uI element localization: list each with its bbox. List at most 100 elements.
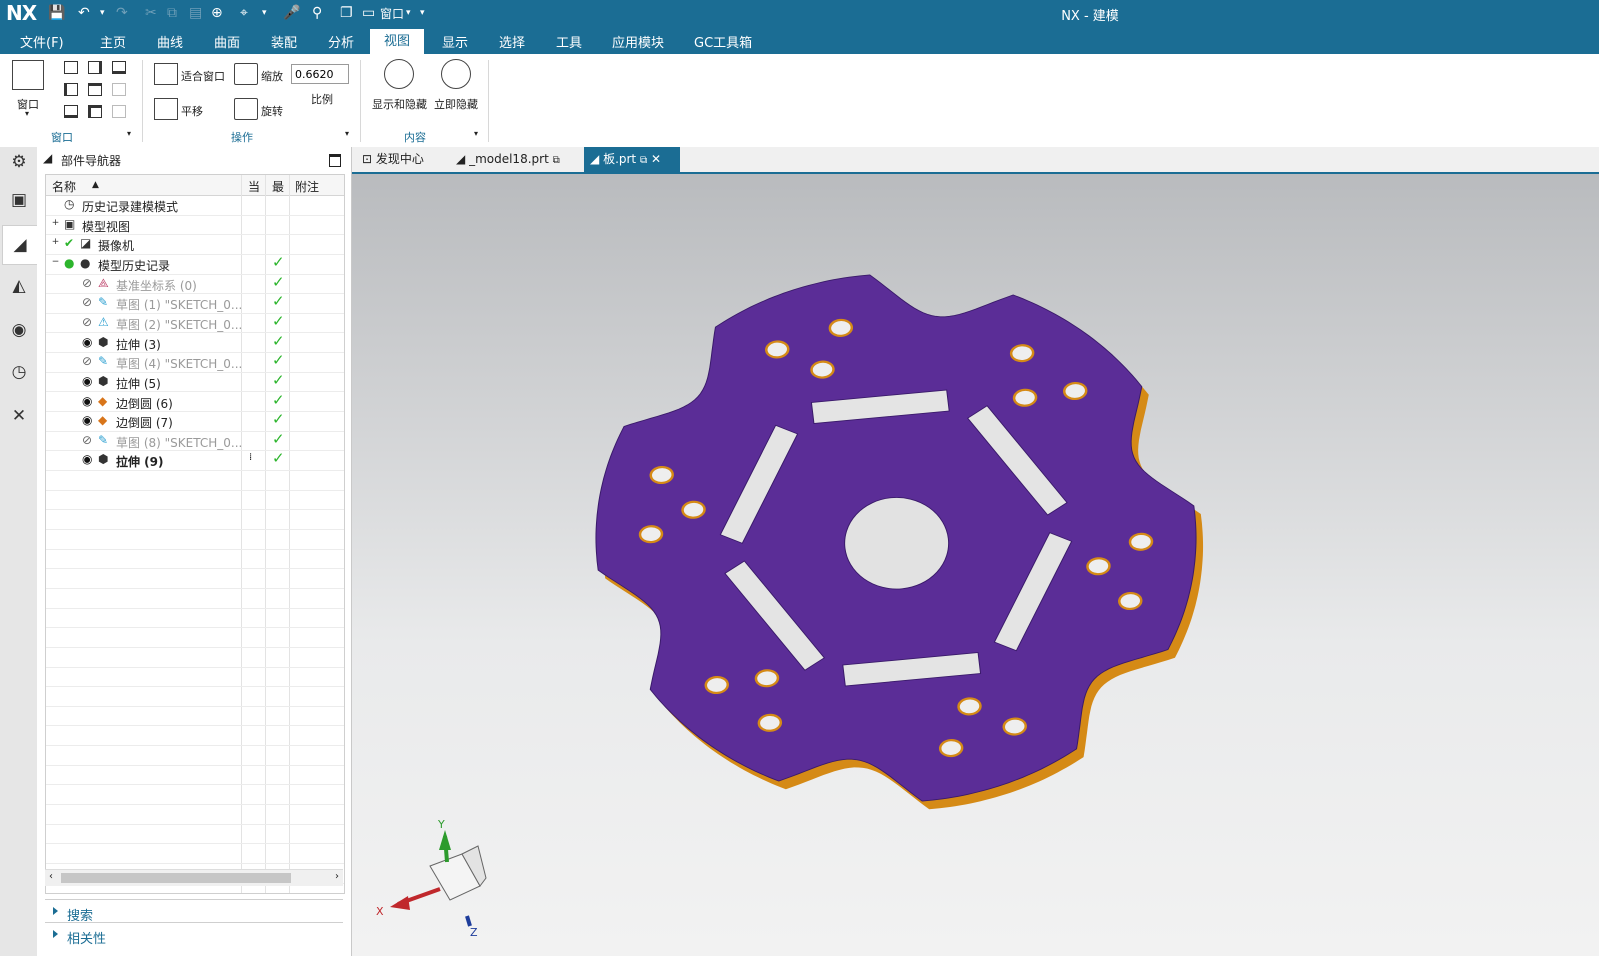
part-model[interactable]: Y X Z (352, 174, 1599, 956)
tree-row[interactable]: ⊘ ⚠ 草图 (2) "SKETCH_0... ✓ (46, 312, 344, 334)
col-current-header[interactable]: 当 (248, 178, 260, 195)
group-window-dropdown-icon[interactable]: ▾ (127, 129, 131, 138)
undo-icon[interactable]: ↶ (78, 3, 90, 23)
sort-ascending-icon[interactable]: ▲ (92, 180, 99, 190)
window-icon[interactable]: ▭ (362, 3, 375, 23)
tab-ban-prt[interactable]: ◢ 板.prt ⧉ ✕ (584, 147, 680, 172)
hidden-eye-icon[interactable]: ⊘ (82, 354, 92, 368)
tab-discovery-center[interactable]: ⊡ 发现中心 (356, 147, 452, 172)
instant-hide-icon[interactable] (441, 59, 471, 89)
tree-row[interactable]: ⊘ ⟁ 基准坐标系 (0) ✓ (46, 273, 344, 295)
zoom-button[interactable]: 缩放 (261, 68, 283, 84)
layout-quad-icon[interactable] (88, 105, 102, 118)
assembly-navigator-icon[interactable]: ▣ (6, 187, 32, 213)
snap-dropdown-icon[interactable]: ▾ (262, 3, 267, 23)
visible-eye-icon[interactable]: ◉ (82, 413, 92, 427)
pan-icon[interactable] (154, 98, 178, 120)
col-notes-header[interactable]: 附注 (295, 178, 319, 195)
tree-row[interactable]: ◉ ⬢ 拉伸 (3) ✓ (46, 332, 344, 354)
save-icon[interactable]: 💾 (48, 3, 65, 23)
tree-row[interactable]: ⊘ ✎ 草图 (4) "SKETCH_0... ✓ (46, 351, 344, 373)
scroll-right-icon[interactable]: › (335, 871, 339, 882)
expand-icon[interactable]: + (51, 218, 60, 228)
layout-three-left-icon[interactable] (64, 83, 78, 96)
web-browser-icon[interactable]: ◉ (6, 317, 32, 343)
layout-single-icon[interactable] (64, 61, 78, 74)
menu-select[interactable]: 选择 (499, 32, 525, 51)
horizontal-scrollbar[interactable]: ‹ › (45, 869, 343, 886)
hidden-eye-icon[interactable]: ⊘ (82, 315, 92, 329)
part-navigator-icon[interactable]: ◢ (2, 225, 37, 265)
col-name-header[interactable]: 名称 (52, 178, 76, 195)
tree-row[interactable]: ◉ ◆ 边倒圆 (6) ✓ (46, 391, 344, 413)
settings-icon[interactable]: ⚙ (6, 149, 32, 175)
menu-analysis[interactable]: 分析 (328, 32, 354, 51)
search-section[interactable]: 搜索 (45, 899, 343, 924)
window-dropdown-icon[interactable]: ▾ (406, 3, 411, 23)
layout-four-icon[interactable] (112, 83, 126, 96)
tree-row[interactable]: + ▣ 模型视图 (46, 215, 344, 236)
col-latest-header[interactable]: 最 (272, 178, 284, 195)
command-finder-icon[interactable]: ⚲ (312, 3, 322, 23)
instant-hide-button[interactable]: 立即隐藏 (434, 96, 478, 112)
copy-icon[interactable]: ⧉ (167, 3, 177, 23)
paste-icon[interactable]: ▤ (189, 3, 202, 23)
scroll-thumb[interactable] (61, 873, 291, 883)
constraint-navigator-icon[interactable]: ◭ (6, 273, 32, 299)
tree-row[interactable]: ◉ ⬢ 拉伸 (5) ✓ (46, 371, 344, 393)
show-hide-icon[interactable] (384, 59, 414, 89)
visible-eye-icon[interactable]: ◉ (82, 452, 92, 466)
cut-icon[interactable]: ✂ (145, 3, 157, 23)
menu-curve[interactable]: 曲线 (157, 32, 183, 51)
hidden-eye-icon[interactable]: ⊘ (82, 433, 92, 447)
expand-icon[interactable]: + (51, 238, 60, 247)
dependencies-section[interactable]: 相关性 (45, 922, 343, 947)
layout-six-icon[interactable] (112, 105, 126, 118)
tree-row[interactable]: ⊘ ✎ 草图 (1) "SKETCH_0... ✓ (46, 292, 344, 314)
move-icon[interactable]: ⊕ (211, 3, 223, 23)
group-content-dropdown-icon[interactable]: ▾ (474, 129, 478, 138)
layout-three-top-icon[interactable] (88, 83, 102, 96)
checkbox-icon[interactable]: ✔ (64, 236, 74, 250)
tree-row[interactable]: + ✔ ◪ 摄像机 (46, 234, 344, 255)
close-tab-icon[interactable]: ✕ (651, 152, 661, 166)
microphone-icon[interactable]: 🎤 (283, 3, 300, 23)
menu-gc-toolbox[interactable]: GC工具箱 (694, 32, 752, 51)
undo-dropdown-icon[interactable]: ▾ (100, 3, 105, 23)
menu-view[interactable]: 视图 (370, 29, 425, 54)
menu-file[interactable]: 文件(F) (20, 32, 64, 51)
switch-window-icon[interactable]: ❐ (340, 3, 353, 23)
customize-qa-icon[interactable]: ▾ (420, 3, 425, 23)
fit-window-button[interactable]: 适合窗口 (181, 68, 225, 84)
window-menu[interactable]: 窗口 (380, 5, 404, 22)
redo-icon[interactable]: ↷ (116, 3, 128, 23)
visible-eye-icon[interactable]: ◉ (82, 374, 92, 388)
history-icon[interactable]: ◷ (6, 359, 32, 385)
show-hide-button[interactable]: 显示和隐藏 (372, 96, 427, 112)
visible-eye-icon[interactable]: ◉ (82, 335, 92, 349)
maximize-icon[interactable] (329, 154, 341, 167)
layout-two-horizontal-icon[interactable] (112, 61, 126, 74)
menu-home[interactable]: 主页 (100, 32, 126, 51)
menu-applications[interactable]: 应用模块 (612, 32, 664, 51)
visible-eye-icon[interactable]: ◉ (82, 394, 92, 408)
collapse-icon[interactable]: − (51, 257, 60, 267)
menu-assembly[interactable]: 装配 (271, 32, 297, 51)
menu-surface[interactable]: 曲面 (214, 32, 240, 51)
rotate-button[interactable]: 旋转 (261, 103, 283, 119)
tree-row[interactable]: ◉ ⬢ 拉伸 (9) ✓ ⁞ (46, 449, 344, 472)
fit-window-icon[interactable] (154, 63, 178, 85)
snap-icon[interactable]: ⌖ (240, 3, 248, 23)
tree-row[interactable]: ◉ ◆ 边倒圆 (7) ✓ (46, 410, 344, 432)
graphics-window[interactable]: Y X Z (352, 174, 1599, 956)
layout-three-bottom-icon[interactable] (64, 105, 78, 118)
tree-row[interactable]: − ● ● 模型历史记录 ✓ (46, 253, 344, 275)
layout-two-vertical-icon[interactable] (88, 61, 102, 74)
menu-display[interactable]: 显示 (442, 32, 468, 51)
zoom-icon[interactable] (234, 63, 258, 85)
tools-icon[interactable]: ✕ (6, 403, 32, 429)
window-dropdown-icon[interactable]: ▾ (25, 109, 29, 118)
status-dot-icon[interactable]: ● (64, 256, 74, 270)
window-layout-icon[interactable] (12, 60, 44, 90)
hidden-eye-icon[interactable]: ⊘ (82, 295, 92, 309)
